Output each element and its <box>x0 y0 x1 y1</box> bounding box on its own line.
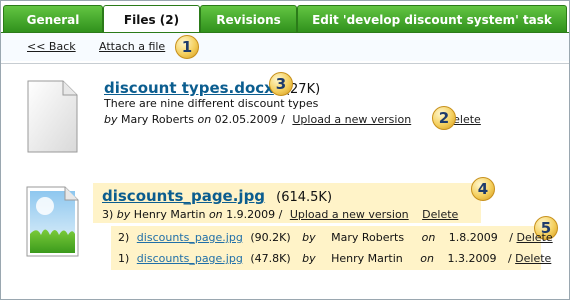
file1-date: 02.05.2009 <box>214 113 278 126</box>
file2-date: 1.9.2009 <box>226 208 276 221</box>
version-delete-link[interactable]: Delete <box>517 231 553 244</box>
file-panel: General Files (2) Revisions Edit 'develo… <box>0 0 570 300</box>
callout-badge-4: 4 <box>471 177 495 201</box>
attach-file-link[interactable]: Attach a file <box>99 40 165 53</box>
version-author: Henry Martin <box>331 252 403 265</box>
version-by-label: by <box>302 252 316 265</box>
file2-author: Henry Martin <box>133 208 206 221</box>
tab-files[interactable]: Files (2) <box>103 5 200 33</box>
file1-author: Mary Roberts <box>121 113 194 126</box>
file2-title-row: discounts_page.jpg (614.5K) <box>102 186 332 205</box>
callout-badge-1: 1 <box>175 35 199 59</box>
file1-upload-link[interactable]: Upload a new version <box>292 113 411 126</box>
document-icon <box>27 80 78 153</box>
toolbar: << Back Attach a file 1 <box>1 33 569 61</box>
tab-bar: General Files (2) Revisions Edit 'develo… <box>1 1 569 33</box>
file2-on-label: on <box>208 208 223 221</box>
file2-version-number: 3) <box>102 208 114 221</box>
callout-badge-2: 2 <box>432 106 456 130</box>
version-separator: / <box>509 231 513 244</box>
version-number: 1) <box>118 252 130 265</box>
file1-description: There are nine different discount types <box>104 97 319 110</box>
version-size: (47.8K) <box>250 252 291 265</box>
tab-general[interactable]: General <box>3 5 103 33</box>
file1-separator: / <box>281 113 285 126</box>
version-author: Mary Roberts <box>331 231 405 244</box>
file2-meta-row: 3) by Henry Martin on 1.9.2009 / Upload … <box>102 208 458 221</box>
version-row: 2) discounts_page.jpg (90.2K) by Mary Ro… <box>118 231 553 244</box>
version-file-link[interactable]: discounts_page.jpg <box>137 231 243 244</box>
image-thumbnail-icon <box>26 186 79 257</box>
file2-name-link[interactable]: discounts_page.jpg <box>102 187 265 205</box>
tab-edit-task[interactable]: Edit 'develop discount system' task <box>297 5 567 33</box>
file1-by-label: by <box>104 113 118 126</box>
file2-separator: / <box>278 208 283 221</box>
version-file-link[interactable]: discounts_page.jpg <box>137 252 243 265</box>
version-size: (90.2K) <box>250 231 291 244</box>
file2-delete-link[interactable]: Delete <box>422 208 458 221</box>
version-date: 1.3.2009 <box>447 252 497 265</box>
version-separator: / <box>507 252 512 265</box>
file2-upload-link[interactable]: Upload a new version <box>290 208 409 221</box>
file1-name-link[interactable]: discount types.docx <box>104 79 274 97</box>
file1-meta-row: by Mary Roberts on 02.05.2009 / Upload a… <box>104 113 481 126</box>
callout-badge-3: 3 <box>269 72 293 96</box>
file2-by-label: by <box>116 208 131 221</box>
version-on-label: on <box>420 252 434 265</box>
version-by-label: by <box>302 231 316 244</box>
file2-size: (614.5K) <box>276 190 333 205</box>
toolbar-divider <box>1 63 569 64</box>
version-delete-link[interactable]: Delete <box>515 252 551 265</box>
file1-on-label: on <box>197 113 212 126</box>
version-date: 1.8.2009 <box>448 231 498 244</box>
back-link[interactable]: << Back <box>27 40 76 53</box>
version-row: 1) discounts_page.jpg (47.8K) by Henry M… <box>118 252 551 265</box>
version-number: 2) <box>118 231 130 244</box>
tab-revisions[interactable]: Revisions <box>200 5 297 33</box>
version-on-label: on <box>421 231 436 244</box>
